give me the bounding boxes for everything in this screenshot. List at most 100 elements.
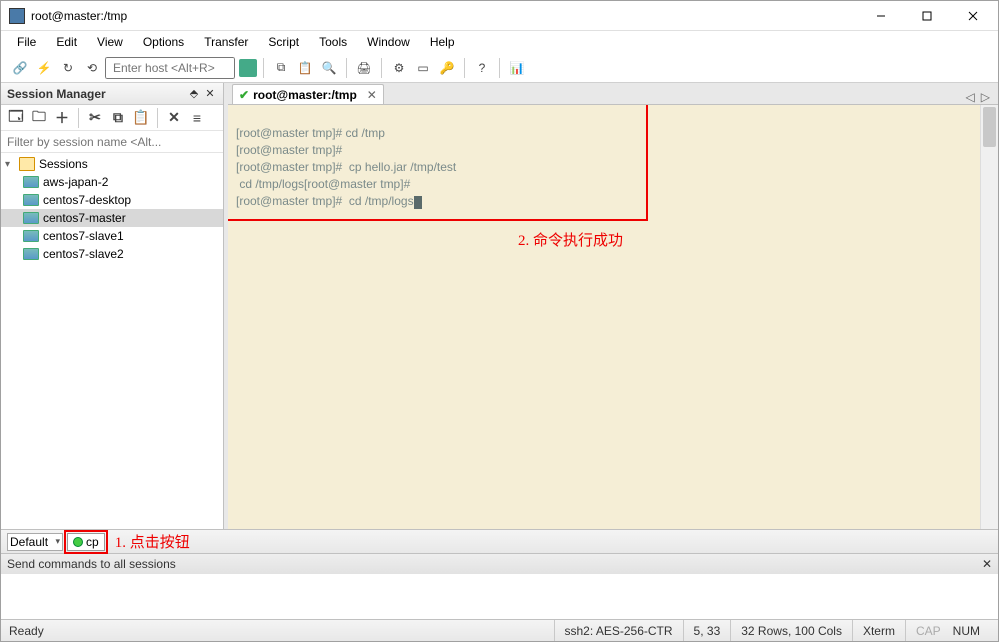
- menu-transfer[interactable]: Transfer: [196, 33, 256, 51]
- scrollbar-thumb[interactable]: [983, 107, 996, 147]
- session-item[interactable]: centos7-slave1: [1, 227, 223, 245]
- maximize-button[interactable]: [904, 2, 950, 30]
- status-capslock: CAP: [905, 620, 951, 641]
- new-session-icon[interactable]: 🗔: [5, 107, 27, 129]
- session-icon: [23, 248, 39, 260]
- status-term-type: Xterm: [852, 620, 905, 641]
- settings-icon[interactable]: ⚙: [388, 57, 410, 79]
- tab-nav: ◁ ▷: [966, 90, 998, 104]
- session-manager-header: Session Manager ⬘ ✕: [1, 83, 223, 105]
- menu-file[interactable]: File: [9, 33, 44, 51]
- annotation-text-1: 1. 点击按钮: [115, 531, 190, 552]
- status-bar: Ready ssh2: AES-256-CTR 5, 33 32 Rows, 1…: [1, 619, 998, 641]
- annotation-text-2: 2. 命令执行成功: [518, 233, 623, 249]
- main-area: Session Manager ⬘ ✕ 🗔 🗀 ＋ ✂ ⧉ 📋 ✕ ≡ ▾ Se…: [1, 83, 998, 529]
- session-manager-title: Session Manager: [7, 87, 185, 101]
- host-input[interactable]: [105, 57, 235, 79]
- status-term-size: 32 Rows, 100 Cols: [730, 620, 852, 641]
- send-commands-title: Send commands to all sessions: [7, 557, 176, 571]
- print-icon[interactable]: 🖨: [353, 57, 375, 79]
- menu-window[interactable]: Window: [359, 33, 418, 51]
- copy-session-icon[interactable]: ⧉: [107, 107, 129, 129]
- session-item[interactable]: centos7-slave2: [1, 245, 223, 263]
- tab-prev-icon[interactable]: ◁: [966, 90, 975, 104]
- new-folder-icon[interactable]: 🗀: [28, 107, 50, 129]
- session-manager-toolbar: 🗔 🗀 ＋ ✂ ⧉ 📋 ✕ ≡: [1, 105, 223, 131]
- add-icon[interactable]: ＋: [51, 107, 73, 129]
- menu-tools[interactable]: Tools: [311, 33, 355, 51]
- help-icon[interactable]: ?: [471, 57, 493, 79]
- terminal-cursor: [414, 196, 422, 209]
- terminal-line: [root@master tmp]#: [236, 143, 342, 157]
- tab-close-icon[interactable]: ✕: [367, 88, 377, 102]
- toolbar-separator: [499, 58, 500, 78]
- tab-next-icon[interactable]: ▷: [981, 90, 990, 104]
- reconnect-icon[interactable]: ↻: [57, 57, 79, 79]
- disconnect-icon[interactable]: ⟲: [81, 57, 103, 79]
- find-icon[interactable]: 🔍: [318, 57, 340, 79]
- script-run-button[interactable]: cp: [67, 533, 105, 551]
- send-commands-input[interactable]: [1, 574, 998, 616]
- close-panel-icon[interactable]: ✕: [203, 87, 217, 101]
- folder-icon: [19, 157, 35, 171]
- toolbar-separator: [464, 58, 465, 78]
- link-icon[interactable]: 🔗: [9, 57, 31, 79]
- menu-help[interactable]: Help: [422, 33, 463, 51]
- tab-status-icon: ✔: [239, 88, 249, 102]
- menu-edit[interactable]: Edit: [48, 33, 85, 51]
- session-label: centos7-slave2: [43, 247, 124, 261]
- session-item-selected[interactable]: centos7-master: [1, 209, 223, 227]
- session-label: centos7-slave1: [43, 229, 124, 243]
- toolbar: 🔗 ⚡ ↻ ⟲ ⧉ 📋 🔍 🖨 ⚙ ▭ 🔑 ? 📊: [1, 53, 998, 83]
- close-button[interactable]: [950, 2, 996, 30]
- properties-icon[interactable]: ≡: [186, 107, 208, 129]
- script-combo[interactable]: Default: [7, 533, 63, 551]
- terminal-scrollbar[interactable]: [980, 105, 998, 529]
- quick-connect-icon[interactable]: ⚡: [33, 57, 55, 79]
- menu-script[interactable]: Script: [260, 33, 307, 51]
- chart-icon[interactable]: 📊: [506, 57, 528, 79]
- delete-icon[interactable]: ✕: [163, 107, 185, 129]
- script-button-label: cp: [86, 535, 99, 549]
- status-ready: Ready: [9, 620, 54, 641]
- paste-icon[interactable]: 📋: [294, 57, 316, 79]
- cut-icon[interactable]: ✂: [84, 107, 106, 129]
- session-tree[interactable]: ▾ Sessions aws-japan-2 centos7-desktop c…: [1, 153, 223, 529]
- toolbar-separator: [78, 108, 79, 128]
- copy-icon[interactable]: ⧉: [270, 57, 292, 79]
- terminal-line: cd /tmp/logs[root@master tmp]#: [236, 177, 410, 191]
- send-commands-close-icon[interactable]: ✕: [982, 557, 992, 571]
- tab-bar: ✔ root@master:/tmp ✕ ◁ ▷: [228, 83, 998, 105]
- session-label: centos7-desktop: [43, 193, 131, 207]
- send-commands-header: Send commands to all sessions ✕: [1, 554, 998, 574]
- toolbar-separator: [346, 58, 347, 78]
- tab-active[interactable]: ✔ root@master:/tmp ✕: [232, 84, 384, 104]
- session-icon: [23, 212, 39, 224]
- menu-view[interactable]: View: [89, 33, 131, 51]
- status-numlock: NUM: [951, 620, 990, 641]
- connect-go-icon[interactable]: [239, 59, 257, 77]
- tree-root[interactable]: ▾ Sessions: [1, 155, 223, 173]
- app-icon: [9, 8, 25, 24]
- status-cipher: ssh2: AES-256-CTR: [554, 620, 683, 641]
- titlebar: root@master:/tmp: [1, 1, 998, 31]
- key-icon[interactable]: 🔑: [436, 57, 458, 79]
- paste-session-icon[interactable]: 📋: [130, 107, 152, 129]
- tab-title: root@master:/tmp: [253, 88, 357, 102]
- pin-icon[interactable]: ⬘: [187, 87, 201, 101]
- terminal[interactable]: [root@master tmp]# cd /tmp [root@master …: [228, 105, 998, 529]
- toolbar-separator: [263, 58, 264, 78]
- tree-toggle-icon[interactable]: ▾: [5, 159, 19, 170]
- session-item[interactable]: aws-japan-2: [1, 173, 223, 191]
- send-commands-panel: Send commands to all sessions ✕: [1, 553, 998, 619]
- menu-options[interactable]: Options: [135, 33, 192, 51]
- window-title: root@master:/tmp: [31, 9, 858, 23]
- session-label: aws-japan-2: [43, 175, 108, 189]
- session-filter-input[interactable]: [1, 131, 223, 153]
- menubar: File Edit View Options Transfer Script T…: [1, 31, 998, 53]
- session-icon: [23, 176, 39, 188]
- minimize-button[interactable]: [858, 2, 904, 30]
- script-bar: Default cp 1. 点击按钮: [1, 529, 998, 553]
- session-options-icon[interactable]: ▭: [412, 57, 434, 79]
- session-item[interactable]: centos7-desktop: [1, 191, 223, 209]
